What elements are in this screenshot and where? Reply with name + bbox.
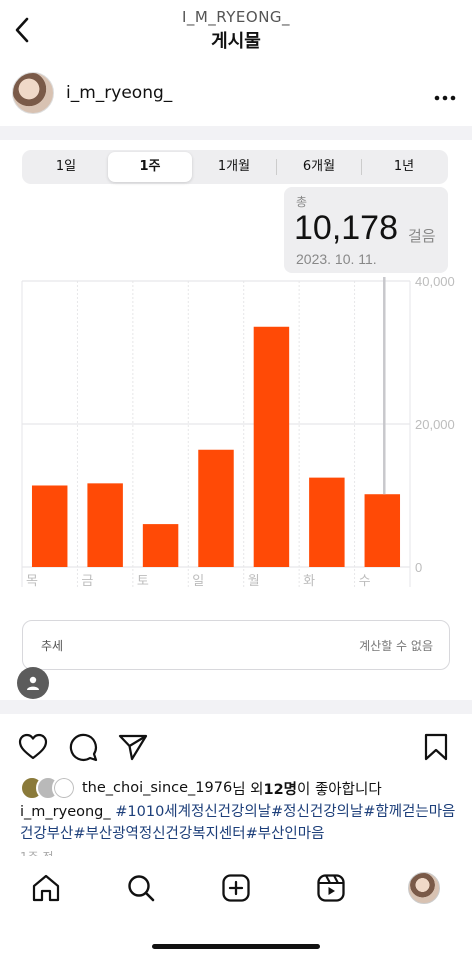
segment-6months: 6개월 xyxy=(302,159,336,174)
x-tick-label: 수 xyxy=(359,573,371,587)
segment-1month: 1개월 xyxy=(217,159,251,174)
y-tick-label: 20,000 xyxy=(415,417,455,432)
health-steps-card: 1일 1주 1개월 6개월 1년 총 10,178 걸음 2023. 10. 1… xyxy=(0,140,472,700)
liker-username[interactable]: the_choi_since_1976 xyxy=(82,780,232,796)
top-bar: I_M_RYEONG_ 게시물 xyxy=(0,0,472,60)
save-button[interactable] xyxy=(420,730,452,764)
bar-0 xyxy=(31,485,68,567)
bar-3 xyxy=(198,449,234,567)
likes-row[interactable]: the_choi_since_1976 님 외 12명 이 좋아합니다 xyxy=(20,776,460,800)
post-actions xyxy=(0,726,472,770)
period-segmented-control: 1일 1주 1개월 6개월 1년 xyxy=(22,150,448,184)
page-title: 게시물 xyxy=(211,31,261,52)
tooltip-label: 총 xyxy=(296,195,308,209)
trend-value: 계산할 수 없음 xyxy=(359,639,433,653)
steps-bar-chart: 0 20,000 40,000 목 금 토 일 월 화 수 xyxy=(0,267,472,588)
plus-square-icon xyxy=(222,874,250,902)
segment-1year: 1년 xyxy=(393,159,415,174)
nav-profile[interactable] xyxy=(406,870,442,906)
post-caption: i_m_ryeong_ #1010세계정신건강의날#정신건강의날#함께걷는마음건… xyxy=(20,801,460,845)
tooltip-date: 2023. 10. 11. xyxy=(296,251,377,267)
liker-avatar xyxy=(52,776,76,800)
nav-search[interactable] xyxy=(123,870,159,906)
selection-tooltip: 총 10,178 걸음 2023. 10. 11. xyxy=(284,187,448,273)
likes-text-pre: 님 외 xyxy=(232,781,264,798)
comment-button[interactable] xyxy=(67,730,99,764)
author-username[interactable]: i_m_ryeong_ xyxy=(66,83,172,103)
y-tick-label: 0 xyxy=(415,560,422,575)
home-indicator xyxy=(152,944,320,949)
x-tick-label: 일 xyxy=(192,573,204,587)
x-tick-label: 월 xyxy=(248,573,260,587)
heart-icon xyxy=(18,733,48,760)
bottom-nav xyxy=(0,858,472,922)
nav-create[interactable] xyxy=(218,870,254,906)
bar-1 xyxy=(87,483,123,567)
reels-icon xyxy=(317,874,345,902)
person-icon xyxy=(27,676,39,690)
nav-reels[interactable] xyxy=(313,870,349,906)
more-horizontal-icon xyxy=(434,95,456,101)
chart-svg: 0 20,000 40,000 목 금 토 일 월 화 수 xyxy=(21,267,455,588)
x-tick-label: 금 xyxy=(81,573,93,587)
home-icon xyxy=(32,874,60,902)
send-icon xyxy=(118,734,148,761)
profile-avatar xyxy=(408,872,440,904)
author-avatar[interactable] xyxy=(12,72,54,114)
share-button[interactable] xyxy=(117,730,149,764)
x-tick-label: 목 xyxy=(26,573,38,587)
nav-home[interactable] xyxy=(28,870,64,906)
likes-count[interactable]: 12명 xyxy=(263,778,297,799)
segment-1week: 1주 xyxy=(108,152,192,182)
bar-2 xyxy=(142,524,179,567)
post-timestamp: 1주 전 xyxy=(20,848,54,856)
like-button[interactable] xyxy=(17,730,49,764)
bar-6 xyxy=(364,494,401,567)
caption-author[interactable]: i_m_ryeong_ xyxy=(20,804,111,820)
x-tick-label: 토 xyxy=(137,573,149,587)
tooltip-value: 10,178 xyxy=(294,209,398,247)
bar-5 xyxy=(309,477,345,567)
tooltip-unit: 걸음 xyxy=(408,227,436,245)
likes-text-post: 이 좋아합니다 xyxy=(297,781,382,798)
y-tick-label: 40,000 xyxy=(415,277,455,289)
trend-label: 추세 xyxy=(41,639,64,653)
more-options-button[interactable] xyxy=(434,82,456,107)
comment-icon xyxy=(69,733,98,762)
search-icon xyxy=(128,875,155,902)
bar-4 xyxy=(253,326,290,567)
post-image[interactable]: 1일 1주 1개월 6개월 1년 총 10,178 걸음 2023. 10. 1… xyxy=(0,126,472,714)
trend-box: 추세 계산할 수 없음 xyxy=(22,620,450,670)
post-header: i_m_ryeong_ xyxy=(0,66,472,122)
header-username: I_M_RYEONG_ xyxy=(181,8,291,26)
tagged-users-button[interactable] xyxy=(17,667,49,699)
segment-1day: 1일 xyxy=(55,159,77,174)
x-tick-label: 화 xyxy=(303,573,315,587)
bookmark-icon xyxy=(424,733,448,761)
liker-avatars xyxy=(20,776,78,800)
